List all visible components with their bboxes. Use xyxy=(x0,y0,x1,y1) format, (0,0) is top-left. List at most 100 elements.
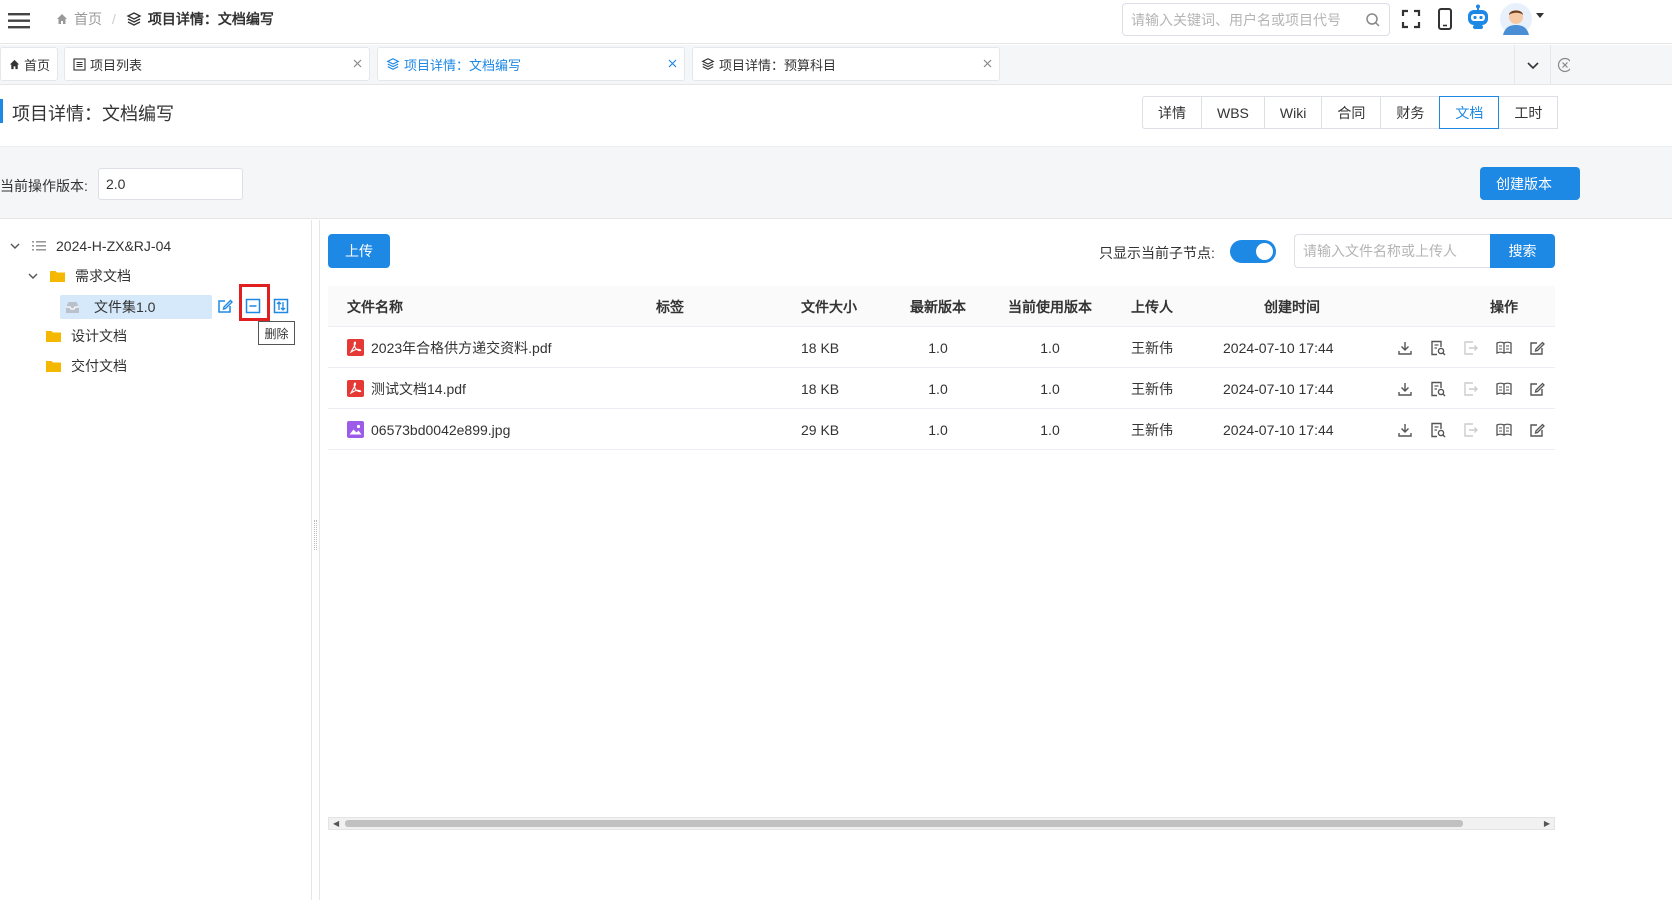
tree-node-requirements[interactable]: 需求文档 xyxy=(28,264,131,288)
download-icon[interactable] xyxy=(1396,339,1414,357)
file-latest-version: 1.0 xyxy=(928,339,948,356)
chevron-down-icon[interactable] xyxy=(10,241,22,251)
upload-button[interactable]: 上传 xyxy=(328,234,390,268)
edit-node-icon[interactable] xyxy=(216,297,234,315)
view-details[interactable]: 详情 xyxy=(1142,96,1202,129)
home-icon xyxy=(56,13,68,25)
tab-project-list[interactable]: 项目列表 xyxy=(64,47,370,81)
view-switch: 详情 WBS Wiki 合同 财务 文档 工时 xyxy=(1142,96,1559,129)
table-row[interactable]: 测试文档14.pdf 18 KB 1.0 1.0 王新伟 2024-07-10 … xyxy=(328,368,1555,409)
tab-doc-writing[interactable]: 项目详情：文档编写 xyxy=(377,47,685,81)
file-created-time: 2024-07-10 17:44 xyxy=(1223,380,1334,397)
tab-budget[interactable]: 项目详情：预算科目 xyxy=(692,47,1000,81)
table-row[interactable]: 2023年合格供方递交资料.pdf 18 KB 1.0 1.0 王新伟 2024… xyxy=(328,327,1555,368)
menu-icon[interactable] xyxy=(6,8,32,34)
view-contract[interactable]: 合同 xyxy=(1321,96,1382,129)
pdf-icon xyxy=(347,339,364,356)
page-header: 项目详情：文档编写 详情 WBS Wiki 合同 财务 文档 工时 xyxy=(0,86,1672,146)
breadcrumb-home[interactable]: 首页 xyxy=(56,9,102,29)
horizontal-scrollbar[interactable]: ◀ ▶ xyxy=(328,817,1555,830)
preview-icon[interactable] xyxy=(1429,380,1447,398)
global-search-input[interactable] xyxy=(1131,10,1356,30)
create-version-button[interactable]: 创建版本 xyxy=(1480,167,1580,200)
file-created-time: 2024-07-10 17:44 xyxy=(1223,421,1334,438)
file-size: 18 KB xyxy=(801,380,840,397)
file-created-time: 2024-07-10 17:44 xyxy=(1223,339,1334,356)
scroll-left-icon[interactable]: ◀ xyxy=(333,819,339,828)
view-documents[interactable]: 文档 xyxy=(1439,96,1500,129)
version-label: 当前操作版本: xyxy=(0,178,88,194)
file-name-cell[interactable]: 2023年合格供方递交资料.pdf xyxy=(347,327,552,368)
title-accent-bar xyxy=(0,99,3,123)
move-icon[interactable] xyxy=(1462,421,1480,439)
panel-splitter[interactable] xyxy=(311,220,320,900)
breadcrumb-label: 项目详情：文档编写 xyxy=(147,11,274,27)
inbox-icon xyxy=(65,301,80,314)
mobile-icon[interactable] xyxy=(1432,6,1458,32)
breadcrumb: 首页 / 项目详情：文档编写 xyxy=(56,0,274,38)
tree-node-delivery[interactable]: 交付文档 xyxy=(46,354,127,378)
download-icon[interactable] xyxy=(1396,380,1414,398)
pdf-icon xyxy=(347,380,364,397)
caret-down-icon[interactable] xyxy=(1534,9,1548,23)
layers-icon xyxy=(386,57,400,71)
tree-node-label: 需求文档 xyxy=(75,268,131,284)
preview-icon[interactable] xyxy=(1429,421,1447,439)
file-search-input[interactable] xyxy=(1294,234,1491,268)
chevron-down-icon[interactable] xyxy=(28,271,40,281)
folder-icon xyxy=(50,270,65,282)
only-children-label: 只显示当前子节点: xyxy=(1099,245,1215,261)
tab-dropdown-icon[interactable] xyxy=(1514,45,1550,85)
list-icon xyxy=(73,57,86,71)
view-worktime[interactable]: 工时 xyxy=(1498,96,1559,129)
read-icon[interactable] xyxy=(1495,380,1513,398)
version-input[interactable] xyxy=(98,168,243,200)
edit-icon[interactable] xyxy=(1528,380,1546,398)
avatar[interactable] xyxy=(1500,3,1532,35)
read-icon[interactable] xyxy=(1495,421,1513,439)
move-icon[interactable] xyxy=(1462,339,1480,357)
read-icon[interactable] xyxy=(1495,339,1513,357)
view-wbs[interactable]: WBS xyxy=(1201,96,1265,129)
fullscreen-icon[interactable] xyxy=(1398,6,1424,32)
download-icon[interactable] xyxy=(1396,421,1414,439)
tab-home[interactable]: 首页 xyxy=(0,47,58,81)
version-bar: 当前操作版本: 创建版本 xyxy=(0,146,1672,219)
edit-icon[interactable] xyxy=(1528,421,1546,439)
close-all-tabs-icon[interactable] xyxy=(1550,45,1572,85)
sort-node-icon[interactable] xyxy=(272,297,290,315)
file-name-cell[interactable]: 测试文档14.pdf xyxy=(347,368,466,409)
move-icon[interactable] xyxy=(1462,380,1480,398)
preview-icon[interactable] xyxy=(1429,339,1447,357)
tree-node-fileset[interactable]: 文件集1.0 xyxy=(60,295,212,319)
file-table: 文件名称 标签 文件大小 最新版本 当前使用版本 上传人 创建时间 操作 202… xyxy=(328,286,1555,450)
edit-icon[interactable] xyxy=(1528,339,1546,357)
scrollbar-thumb[interactable] xyxy=(345,820,1463,827)
layers-icon xyxy=(126,11,142,27)
only-children-toggle[interactable] xyxy=(1230,240,1276,263)
robot-icon[interactable] xyxy=(1464,4,1490,30)
file-current-version: 1.0 xyxy=(1040,380,1060,397)
tree-node-root[interactable]: 2024-H-ZX&RJ-04 xyxy=(10,234,171,258)
search-icon[interactable] xyxy=(1365,12,1381,28)
tab-label: 项目详情：文档编写 xyxy=(404,57,522,73)
file-name: 测试文档14.pdf xyxy=(371,380,466,397)
view-finance[interactable]: 财务 xyxy=(1380,96,1441,129)
global-search xyxy=(1122,3,1390,36)
file-name-cell[interactable]: 06573bd0042e899.jpg xyxy=(347,409,510,450)
col-created-time: 创建时间 xyxy=(1264,298,1320,315)
close-icon[interactable] xyxy=(982,58,993,69)
layers-icon xyxy=(701,57,715,71)
view-wiki[interactable]: Wiki xyxy=(1263,96,1323,129)
search-button[interactable]: 搜索 xyxy=(1490,234,1555,268)
table-row[interactable]: 06573bd0042e899.jpg 29 KB 1.0 1.0 王新伟 20… xyxy=(328,409,1555,450)
scroll-right-icon[interactable]: ▶ xyxy=(1544,819,1550,828)
close-icon[interactable] xyxy=(667,58,678,69)
page-title: 项目详情：文档编写 xyxy=(12,104,174,124)
top-header: 首页 / 项目详情：文档编写 xyxy=(0,0,1672,44)
row-actions xyxy=(1396,421,1546,439)
tree-node-design[interactable]: 设计文档 xyxy=(46,324,127,348)
tab-label: 首页 xyxy=(24,57,51,73)
close-icon[interactable] xyxy=(352,58,363,69)
file-name: 06573bd0042e899.jpg xyxy=(371,421,511,438)
